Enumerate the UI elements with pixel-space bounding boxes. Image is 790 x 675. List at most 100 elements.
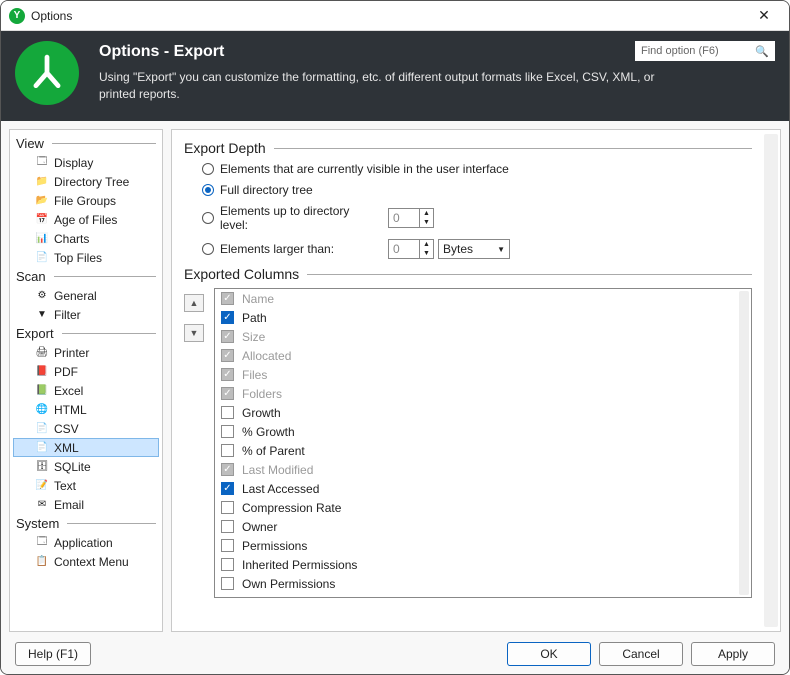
sidebar-item-csv[interactable]: 📄CSV [13,419,159,438]
columns-scrollbar[interactable] [739,291,749,595]
column-row[interactable]: Inherited Permissions [215,555,751,574]
radio-visible-elements[interactable]: Elements that are currently visible in t… [202,162,752,176]
move-down-button[interactable]: ▼ [184,324,204,342]
ok-button[interactable]: OK [507,642,591,666]
sidebar-item-label: XML [54,441,79,455]
sidebar-group-header: Scan [10,267,162,286]
sidebar-item-email[interactable]: ✉ Email [13,495,159,514]
context-icon: 📋 [34,554,50,570]
column-row[interactable]: ✓Folders [215,384,751,403]
size-spinner[interactable]: 0 ▲▼ [388,239,434,259]
radio-full-tree[interactable]: Full directory tree [202,183,752,197]
sidebar-item-pdf[interactable]: 📕PDF [13,362,159,381]
spinner-value: 0 [389,209,419,227]
column-label: Owner [242,520,277,534]
display-icon: 🗔 [34,155,50,171]
sidebar-item-html[interactable]: 🌐HTML [13,400,159,419]
spinner-arrows[interactable]: ▲▼ [419,240,433,258]
size-unit-select[interactable]: Bytes ▼ [438,239,510,259]
checkbox-icon: ✓ [221,387,234,400]
main-scrollbar[interactable] [764,134,778,627]
column-row[interactable]: ✓Allocated [215,346,751,365]
sidebar-item-label: SQLite [54,460,91,474]
column-label: Last Modified [242,463,313,477]
sidebar-item-label: File Groups [54,194,116,208]
column-row[interactable]: ✓Size [215,327,751,346]
checkbox-icon[interactable] [221,539,234,552]
checkbox-icon[interactable] [221,425,234,438]
column-row[interactable]: % Growth [215,422,751,441]
columns-listbox[interactable]: ✓Name✓Path✓Size✓Allocated✓Files✓Folders G… [214,288,752,598]
checkbox-icon[interactable] [221,577,234,590]
checkbox-icon[interactable] [221,501,234,514]
column-row[interactable]: Growth [215,403,751,422]
sidebar-item-directory-tree[interactable]: 📁Directory Tree [13,172,159,191]
main-panel: Export Depth Elements that are currently… [171,129,781,632]
window-title: Options [31,9,747,23]
column-row[interactable]: ✓Last Modified [215,460,751,479]
search-input[interactable]: Find option (F6) 🔍 [635,41,775,61]
help-button[interactable]: Help (F1) [15,642,91,666]
checkbox-icon: ✓ [221,349,234,362]
sidebar-item-excel[interactable]: 📗Excel [13,381,159,400]
section-export-depth-label: Export Depth [184,140,266,156]
column-row[interactable]: ✓Files [215,365,751,384]
sidebar-item-sqlite[interactable]: 🗄SQLite [13,457,159,476]
column-row[interactable]: % of Parent [215,441,751,460]
sidebar-item-top-files[interactable]: 📄 Top Files [13,248,159,267]
radio-label: Elements that are currently visible in t… [220,162,509,176]
sidebar-item-xml[interactable]: 📄XML [13,438,159,457]
sidebar-item-age-of-files[interactable]: 📅Age of Files [13,210,159,229]
header-logo-icon [15,41,79,105]
spinner-arrows[interactable]: ▲▼ [419,209,433,227]
radio-upto-level[interactable]: Elements up to directory level: 0 ▲▼ [202,204,752,232]
sidebar-item-text[interactable]: 📝Text [13,476,159,495]
column-label: Last Accessed [242,482,319,496]
close-button[interactable]: ✕ [747,5,781,27]
cancel-button[interactable]: Cancel [599,642,683,666]
titlebar: Y Options ✕ [1,1,789,31]
sidebar-item-file-groups[interactable]: 📂File Groups [13,191,159,210]
sidebar-item-display[interactable]: 🗔Display [13,153,159,172]
level-spinner[interactable]: 0 ▲▼ [388,208,434,228]
column-row[interactable]: Compression Rate [215,498,751,517]
move-up-button[interactable]: ▲ [184,294,204,312]
column-row[interactable]: Own Permissions [215,574,751,593]
sidebar-item-label: Application [54,536,113,550]
sidebar-item-application[interactable]: 🗔Application [13,533,159,552]
checkbox-icon[interactable]: ✓ [221,311,234,324]
column-label: Growth [242,406,281,420]
radio-larger-than[interactable]: Elements larger than: 0 ▲▼ Bytes ▼ [202,239,752,259]
divider [54,276,156,277]
sidebar[interactable]: View🗔Display📁Directory Tree📂File Groups📅… [9,129,163,632]
apply-button[interactable]: Apply [691,642,775,666]
email-icon: ✉ [34,497,50,513]
sidebar-item-printer[interactable]: 🖨Printer [13,343,159,362]
column-row[interactable]: ✓ Last Accessed [215,479,751,498]
text-icon: 📝 [34,478,50,494]
section-exported-columns: Exported Columns [184,266,752,282]
sidebar-item-label: PDF [54,365,78,379]
checkbox-icon[interactable]: ✓ [221,482,234,495]
checkbox-icon[interactable] [221,406,234,419]
sidebar-item-label: Email [54,498,84,512]
sidebar-item-general[interactable]: ⚙General [13,286,159,305]
header-band: Options - Export Using "Export" you can … [1,31,789,121]
column-row[interactable]: Permissions [215,536,751,555]
column-label: Inherited Permissions [242,558,357,572]
radio-icon [202,212,214,224]
sidebar-item-label: Top Files [54,251,102,265]
sidebar-item-filter[interactable]: ▼Filter [13,305,159,324]
spinner-value: 0 [389,240,419,258]
column-label: Compression Rate [242,501,341,515]
top-icon: 📄 [34,250,50,266]
checkbox-icon[interactable] [221,520,234,533]
column-row[interactable]: ✓Path [215,308,751,327]
checkbox-icon[interactable] [221,444,234,457]
sidebar-item-context-menu[interactable]: 📋Context Menu [13,552,159,571]
column-row[interactable]: ✓Name [215,289,751,308]
checkbox-icon[interactable] [221,558,234,571]
tree-icon: 📁 [34,174,50,190]
sidebar-item-charts[interactable]: 📊Charts [13,229,159,248]
column-row[interactable]: Owner [215,517,751,536]
